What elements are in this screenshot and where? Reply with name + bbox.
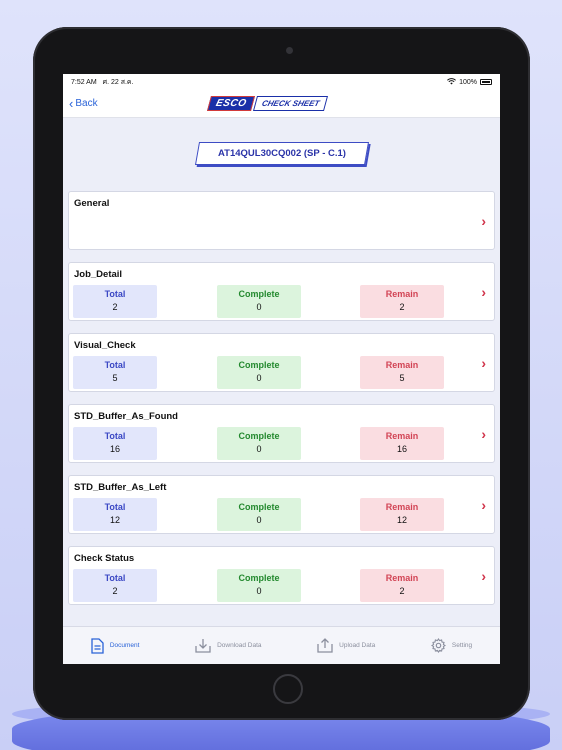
app-logo: ESCO CHECK SHEET <box>206 96 329 111</box>
document-icon <box>91 637 104 654</box>
status-bar: 7:52 AM ศ. 22 ส.ค. 100% <box>63 74 500 90</box>
total-stat: Total 16 <box>73 427 157 460</box>
complete-stat: Complete 0 <box>217 427 301 460</box>
gear-icon <box>430 638 446 653</box>
logo-title: CHECK SHEET <box>253 96 329 111</box>
status-date: ศ. 22 ส.ค. <box>102 78 134 86</box>
tab-download-data[interactable]: Download Data <box>195 638 262 653</box>
section-card[interactable]: Visual_Check Total 5 Complete 0 Remain 5 › <box>68 333 495 392</box>
camera <box>286 47 293 54</box>
back-button[interactable]: ‹ Back <box>63 97 98 110</box>
tab-label: Download Data <box>217 642 262 649</box>
remain-value: 5 <box>399 373 405 383</box>
upload-icon <box>317 638 333 653</box>
complete-value: 0 <box>256 515 262 525</box>
navigation-bar: ‹ Back ESCO CHECK SHEET <box>63 90 500 118</box>
remain-value: 12 <box>396 515 407 525</box>
chevron-right-icon: › <box>481 496 486 513</box>
complete-value: 0 <box>256 586 262 596</box>
remain-value: 2 <box>399 302 405 312</box>
total-value: 12 <box>109 515 120 525</box>
complete-value: 0 <box>256 373 262 383</box>
total-stat: Total 12 <box>73 498 157 531</box>
card-title: Job_Detail <box>74 269 123 280</box>
tab-label: Document <box>109 642 140 649</box>
remain-stat: Remain 16 <box>360 427 444 460</box>
total-stat: Total 2 <box>73 569 157 602</box>
status-time: 7:52 AM <box>71 78 97 86</box>
tab-bar: Document Download Data Upload Data Setti… <box>63 626 500 664</box>
remain-value: 16 <box>396 444 407 454</box>
remain-stat: Remain 12 <box>360 498 444 531</box>
total-value: 2 <box>112 586 118 596</box>
main-content: AT14QUL30CQ002 (SP - C.1) General › Job_… <box>63 142 500 605</box>
tab-document[interactable]: Document <box>91 637 140 654</box>
battery-icon <box>480 79 492 85</box>
card-title: Visual_Check <box>74 340 136 351</box>
card-title: STD_Buffer_As_Found <box>74 411 178 422</box>
chevron-right-icon: › <box>481 354 486 371</box>
section-card[interactable]: STD_Buffer_As_Left Total 12 Complete 0 Rem… <box>68 475 495 534</box>
home-button[interactable] <box>273 674 303 704</box>
app-screen: 7:52 AM ศ. 22 ส.ค. 100% ‹ Back ESCO CHEC… <box>63 74 500 664</box>
remain-stat: Remain 2 <box>360 569 444 602</box>
complete-stat: Complete 0 <box>217 498 301 531</box>
chevron-right-icon: › <box>481 212 486 229</box>
tab-upload-data[interactable]: Upload Data <box>317 638 375 653</box>
chevron-right-icon: › <box>481 283 486 300</box>
chevron-right-icon: › <box>481 567 486 584</box>
remain-value: 2 <box>399 586 405 596</box>
tab-label: Setting <box>451 642 473 649</box>
section-card[interactable]: Job_Detail Total 2 Complete 0 Remain 2 › <box>68 262 495 321</box>
document-id-badge: AT14QUL30CQ002 (SP - C.1) <box>194 142 369 165</box>
wifi-icon <box>447 77 457 87</box>
total-value: 2 <box>112 302 118 312</box>
chevron-right-icon: › <box>481 425 486 442</box>
download-icon <box>195 638 211 653</box>
complete-value: 0 <box>256 444 262 454</box>
card-title: Check Status <box>74 553 135 564</box>
logo-brand: ESCO <box>206 96 256 111</box>
complete-stat: Complete 0 <box>217 285 301 318</box>
chevron-left-icon: ‹ <box>69 96 74 111</box>
complete-value: 0 <box>256 302 262 312</box>
remain-stat: Remain 2 <box>360 285 444 318</box>
total-stat: Total 2 <box>73 285 157 318</box>
section-card[interactable]: STD_Buffer_As_Found Total 16 Complete 0 Re… <box>68 404 495 463</box>
general-card[interactable]: General › <box>68 191 495 250</box>
card-title: General <box>74 198 110 209</box>
complete-stat: Complete 0 <box>217 569 301 602</box>
complete-stat: Complete 0 <box>217 356 301 389</box>
card-title: STD_Buffer_As_Left <box>74 482 167 493</box>
section-card[interactable]: Check Status Total 2 Complete 0 Remain 2 › <box>68 546 495 605</box>
remain-stat: Remain 5 <box>360 356 444 389</box>
total-value: 5 <box>112 373 118 383</box>
tab-label: Upload Data <box>339 642 376 649</box>
total-value: 16 <box>109 444 120 454</box>
total-stat: Total 5 <box>73 356 157 389</box>
back-label: Back <box>75 98 98 109</box>
tab-setting[interactable]: Setting <box>430 638 473 653</box>
battery-percent: 100% <box>459 78 477 86</box>
